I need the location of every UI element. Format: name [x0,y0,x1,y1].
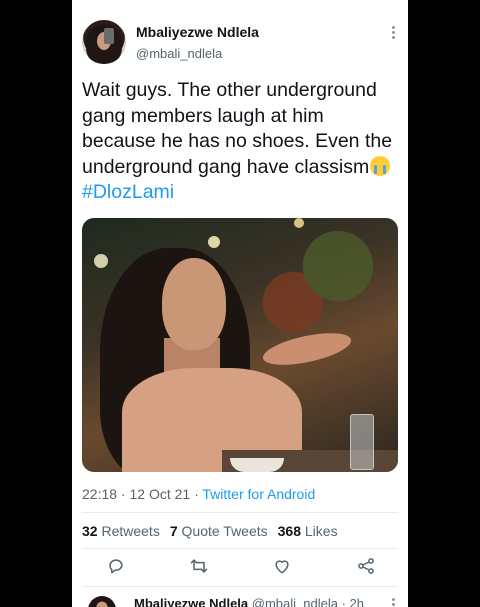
image-cup [230,458,284,472]
likes-stat[interactable]: 368 Likes [278,523,338,539]
avatar[interactable] [88,596,116,607]
image-woman-face [162,258,226,350]
crying-face-emoji-icon [370,155,391,176]
author-handle[interactable]: @mbali_ndlela [136,46,222,61]
meta-separator: · [190,486,203,502]
retweets-count: 32 [82,523,98,539]
tweet-stats: 32 Retweets 7 Quote Tweets 368 Likes [82,523,338,539]
tweet-text: Wait guys. The other underground gang me… [82,78,402,206]
tweet-date: 12 Oct 21 [129,486,191,502]
image-light [294,218,304,228]
hashtag-link[interactable]: #DlozLami [82,181,174,203]
likes-count: 368 [277,523,301,539]
divider [82,548,398,549]
tweet-text-main: Wait guys. The other underground gang me… [82,79,393,178]
quote-tweets-label: Quote Tweets [177,523,268,539]
next-handle-time: @mbali_ndlela · 2h [248,596,364,607]
author-name[interactable]: Mbaliyezwe Ndlela [136,24,259,40]
avatar-phone [104,28,114,44]
avatar[interactable] [82,20,126,64]
image-foliage [248,218,398,338]
next-author-name[interactable]: Mbaliyezwe Ndlela [134,596,248,607]
divider [82,512,398,513]
tweet-source-link[interactable]: Twitter for Android [202,486,315,502]
quote-tweets-count: 7 [169,523,178,539]
more-options-icon[interactable] [392,598,396,607]
image-light [208,236,220,248]
likes-label: Likes [301,523,338,539]
retweets-stat[interactable]: 32 Retweets [82,523,160,539]
divider [82,586,398,587]
tweet-media-image[interactable] [82,218,398,472]
retweets-label: Retweets [97,523,160,539]
tweet-meta: 22:18 · 12 Oct 21 · Twitter for Android [82,486,315,502]
next-tweet-header: Mbaliyezwe Ndlela @mbali_ndlela · 2h [134,596,364,607]
tweet-time: 22:18 [82,486,118,502]
tweet-panel: Mbaliyezwe Ndlela @mbali_ndlela Wait guy… [72,0,408,607]
heart-icon[interactable] [272,556,292,576]
quote-tweets-stat[interactable]: 7 Quote Tweets [170,523,268,539]
tweet-actions [82,556,398,580]
image-glass [350,414,374,470]
reply-icon[interactable] [106,556,126,576]
retweet-icon[interactable] [189,556,209,576]
meta-separator: · [117,486,130,502]
more-options-icon[interactable] [392,26,396,39]
image-light [94,254,108,268]
share-icon[interactable] [356,556,376,576]
next-tweet[interactable]: Mbaliyezwe Ndlela @mbali_ndlela · 2h [82,592,398,607]
